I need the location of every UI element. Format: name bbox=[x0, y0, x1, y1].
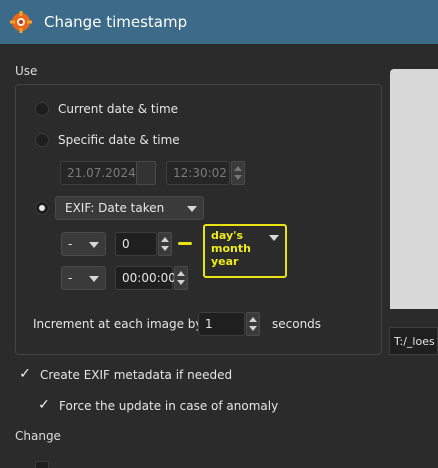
chevron-down-icon bbox=[187, 206, 197, 212]
specific-date-radio[interactable] bbox=[35, 133, 49, 147]
specific-date-field[interactable]: 21.07.2024 bbox=[60, 161, 136, 185]
current-date-radio[interactable] bbox=[35, 102, 49, 116]
time-sign-dropdown[interactable]: - bbox=[61, 266, 106, 290]
create-exif-checkbox[interactable]: ✓ bbox=[18, 366, 32, 382]
days-offset-value: 0 bbox=[122, 237, 130, 251]
exif-radio[interactable] bbox=[35, 201, 49, 215]
days-offset-input[interactable]: 0 bbox=[115, 232, 157, 256]
annotation-line-year: year bbox=[211, 255, 239, 268]
specific-date-label: Specific date & time bbox=[58, 133, 180, 147]
spin-up-icon bbox=[177, 271, 185, 276]
time-offset-spinner[interactable] bbox=[174, 266, 188, 290]
change-section-label: Change bbox=[15, 429, 61, 443]
file-path-value: T:/_loes bbox=[394, 335, 435, 348]
specific-date-value: 21.07.2024 bbox=[67, 166, 136, 180]
days-offset-spinner[interactable] bbox=[158, 232, 172, 256]
exif-source-dropdown[interactable]: EXIF: Date taken bbox=[55, 196, 204, 220]
window-title: Change timestamp bbox=[44, 13, 188, 31]
increment-input[interactable]: 1 bbox=[198, 312, 245, 336]
spin-down-icon bbox=[249, 326, 257, 331]
specific-time-field[interactable]: 12:30:02 bbox=[166, 161, 230, 185]
title-bar: Change timestamp bbox=[0, 0, 438, 44]
days-sign-value: - bbox=[68, 237, 73, 251]
exif-source-value: EXIF: Date taken bbox=[65, 201, 165, 215]
spin-up-icon bbox=[234, 166, 242, 171]
annotation-text: day's month year bbox=[211, 229, 251, 268]
checkmark-icon: ✓ bbox=[38, 397, 50, 413]
increment-value: 1 bbox=[205, 317, 213, 331]
time-offset-input[interactable]: 00:00:00 bbox=[115, 266, 176, 290]
app-gear-icon bbox=[10, 11, 32, 33]
unit-dropdown-annotated[interactable]: day's month year bbox=[203, 224, 287, 278]
use-section-label: Use bbox=[15, 64, 38, 78]
checkmark-icon: ✓ bbox=[19, 366, 31, 382]
image-preview bbox=[390, 69, 438, 309]
chevron-down-icon bbox=[269, 235, 279, 241]
increment-spinner[interactable] bbox=[246, 312, 260, 336]
increment-label: Increment at each image by bbox=[33, 317, 203, 331]
chevron-down-icon bbox=[89, 242, 99, 248]
annotation-dash bbox=[178, 242, 192, 245]
change-radio-partial[interactable] bbox=[35, 461, 49, 468]
spin-up-icon bbox=[161, 237, 169, 242]
force-update-checkbox[interactable]: ✓ bbox=[37, 397, 51, 413]
time-offset-value: 00:00:00 bbox=[122, 271, 176, 285]
annotation-line-days: day's bbox=[211, 229, 244, 242]
spin-down-icon bbox=[234, 175, 242, 180]
spin-down-icon bbox=[161, 246, 169, 251]
specific-time-value: 12:30:02 bbox=[173, 166, 227, 180]
spin-down-icon bbox=[177, 280, 185, 285]
specific-date-calendar-button[interactable] bbox=[136, 161, 156, 185]
increment-unit-label: seconds bbox=[272, 317, 322, 331]
file-path-field[interactable]: T:/_loes bbox=[389, 327, 438, 355]
force-update-label: Force the update in case of anomaly bbox=[59, 399, 279, 413]
chevron-down-icon bbox=[89, 276, 99, 282]
dialog-content: Use Current date & time Specific date & … bbox=[0, 44, 438, 468]
spin-up-icon bbox=[249, 317, 257, 322]
time-sign-value: - bbox=[68, 271, 73, 285]
annotation-line-month: month bbox=[211, 242, 251, 255]
days-sign-dropdown[interactable]: - bbox=[61, 232, 106, 256]
current-date-label: Current date & time bbox=[58, 102, 179, 116]
specific-time-spinner[interactable] bbox=[231, 161, 245, 185]
create-exif-label: Create EXIF metadata if needed bbox=[40, 368, 233, 382]
